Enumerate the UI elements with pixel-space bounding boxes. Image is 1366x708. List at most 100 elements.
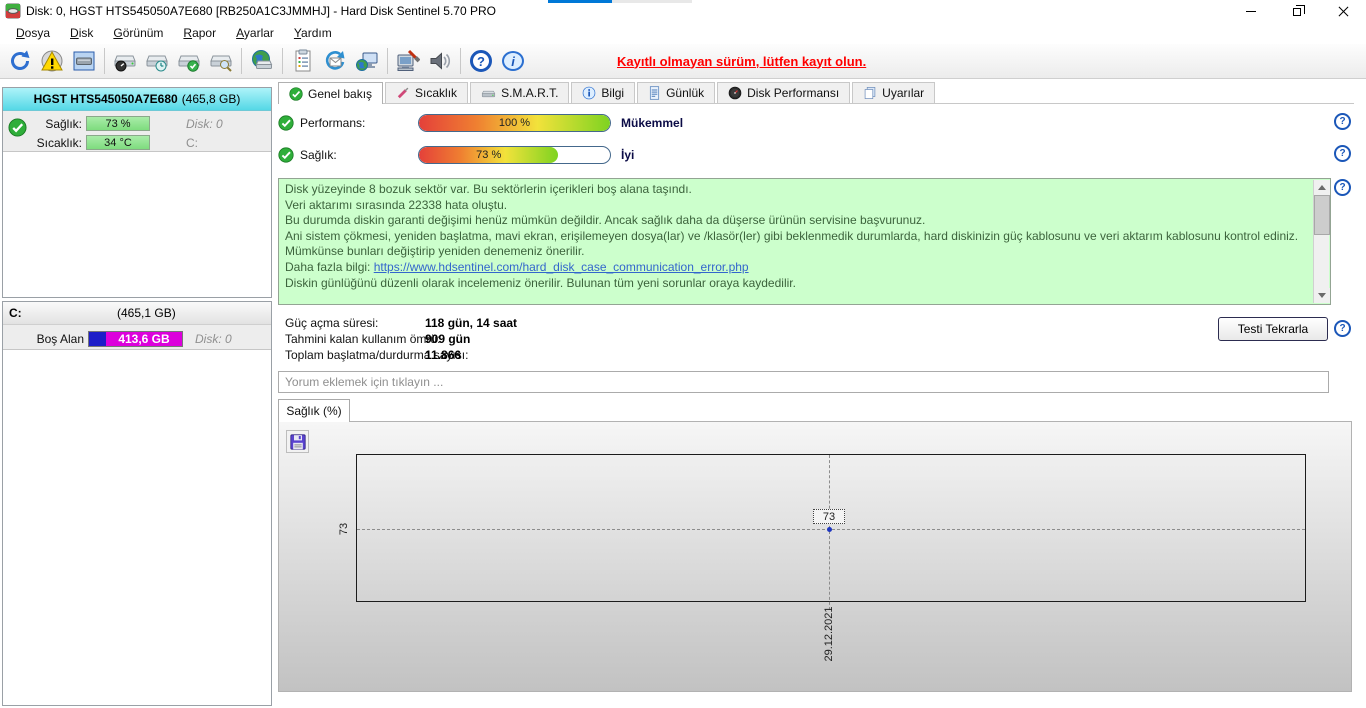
performance-meter: 100 % [418,114,611,132]
disk-list-item[interactable]: HGST HTS545050A7E680 (465,8 GB) Sağlık: … [3,88,271,152]
stat-value-power-on: 118 gün, 14 saat [425,316,518,330]
disk-test-icon[interactable] [173,46,205,76]
tab-sicaklik[interactable]: Sıcaklık [385,82,469,103]
network-remote-icon[interactable] [351,46,383,76]
menubar: Dosya Disk Görünüm Rapor Ayarlar Yardım [0,22,1366,44]
disk-search-icon[interactable] [205,46,237,76]
send-report-icon[interactable] [319,46,351,76]
partition-list: C: (465,1 GB) Boş Alan 413,6 GB Disk: 0 [2,301,272,706]
performance-help-icon[interactable]: ? [1334,113,1351,130]
hard-disk-sentinel-window: Disk: 0, HGST HTS545050A7E680 [RB250A1C3… [0,0,1366,708]
disk-health-row: Sağlık: 73 % Disk: 0 [3,115,271,132]
register-notice-link[interactable]: Kayıtlı olmayan sürüm, lütfen kayıt olun… [617,54,866,69]
retest-button[interactable]: Testi Tekrarla [1218,317,1328,341]
minimize-button[interactable] [1228,0,1274,22]
tab-label: Uyarılar [882,86,925,100]
toolbar-separator [104,48,105,74]
sound-icon[interactable] [424,46,456,76]
tab-label: Sıcaklık [415,86,458,100]
disk-drive-letter: C: [186,135,198,150]
close-button[interactable] [1320,0,1366,22]
info-icon[interactable]: i [497,46,529,76]
partition-list-item[interactable]: C: (465,1 GB) Boş Alan 413,6 GB Disk: 0 [3,302,271,350]
performance-meter-fill: 100 % [419,115,610,131]
scroll-up-icon[interactable] [1314,180,1330,195]
restore-icon [1293,5,1305,16]
message-line-link: Daha fazla bilgi: https://www.hdsentinel… [285,260,1306,276]
minimize-icon [1246,10,1256,12]
window-title: Disk: 0, HGST HTS545050A7E680 [RB250A1C3… [26,4,496,18]
disk-temp-row: Sıcaklık: 34 °C C: [3,134,271,151]
disk-temp-bar: 34 °C [86,135,150,150]
stat-label-lifetime: Tahmini kalan kullanım ömrü: [285,332,441,346]
health-meter: 73 % [418,146,611,164]
partition-size: (465,1 GB) [117,306,176,320]
partition-name: C: [9,306,22,320]
message-line: Disk yüzeyinde 8 bozuk sektör var. Bu se… [285,182,692,196]
chart-point-label: 73 [813,509,845,524]
more-info-prefix: Daha fazla bilgi: [285,259,374,274]
report-icon[interactable] [287,46,319,76]
disk-panel-icon[interactable] [68,46,100,76]
restore-button[interactable] [1274,0,1320,22]
message-line: Bu durumda diskin garanti değişimi henüz… [285,213,926,228]
disk-item-header: HGST HTS545050A7E680 (465,8 GB) [3,88,271,111]
disk-list: HGST HTS545050A7E680 (465,8 GB) Sağlık: … [2,87,272,298]
menu-disk[interactable]: Disk [62,24,105,42]
disk-health-label: Sağlık: [45,116,82,131]
tab-gunluk[interactable]: Günlük [637,82,716,103]
disk-status-message: Disk yüzeyinde 8 bozuk sektör var. Bu se… [278,178,1331,305]
menu-ayarlar[interactable]: Ayarlar [228,24,286,42]
titlebar: Disk: 0, HGST HTS545050A7E680 [RB250A1C3… [0,0,1366,22]
message-scrollbar[interactable] [1313,180,1330,303]
health-label: Sağlık: [300,148,337,162]
health-help-icon[interactable]: ? [1334,145,1351,162]
message-line: Diskin günlüğünü düzenli olarak inceleme… [285,275,796,290]
performance-label: Performans: [300,116,366,130]
menu-rapor[interactable]: Rapor [175,24,228,42]
disk-gauge-icon[interactable] [109,46,141,76]
pages-icon [864,87,876,99]
stat-label-power-on: Güç açma süresi: [285,316,379,330]
tab-genel-bakis[interactable]: Genel bakış [278,82,384,104]
chart-save-button[interactable] [286,430,309,453]
help-icon[interactable]: ? [465,46,497,76]
comment-input[interactable] [278,371,1329,393]
free-space-label: Boş Alan [36,331,84,346]
menu-yardim[interactable]: Yardım [286,24,344,42]
tab-label: Disk Performansı [747,86,840,100]
overlapping-window-sliver-blue [548,0,612,3]
scrollbar-thumb[interactable] [1314,195,1330,235]
disk-health-bar: 73 % [86,116,150,131]
free-space-bar: 413,6 GB [88,330,183,347]
disk-clock-icon[interactable] [141,46,173,76]
tab-disk-performansi[interactable]: Disk Performansı [717,82,851,103]
partition-free-row: Boş Alan 413,6 GB Disk: 0 [3,330,271,347]
more-info-link[interactable]: https://www.hdsentinel.com/hard_disk_cas… [374,260,749,274]
menu-dosya[interactable]: Dosya [8,24,62,42]
message-line: Veri aktarımı sırasında 22338 hata oluşt… [285,197,508,212]
tab-bilgi[interactable]: Bilgi [571,82,636,103]
scroll-down-icon[interactable] [1314,288,1330,303]
retest-help-icon[interactable]: ? [1334,320,1351,337]
tab-uyarilar[interactable]: Uyarılar [852,82,936,103]
refresh-icon[interactable] [4,46,36,76]
remote-config-icon[interactable] [392,46,424,76]
tab-smart[interactable]: S.M.A.R.T. [470,82,570,103]
app-icon [5,3,21,19]
info-glyph: i [502,51,524,71]
health-history-chart: 73 73 29.12.2021 [278,421,1352,692]
window-controls [1228,0,1366,22]
partition-disk-number: Disk: 0 [195,331,232,346]
smart-disk-icon [481,90,496,98]
help-glyph: ? [470,50,492,72]
toolbar-separator [387,48,388,74]
partition-item-header: C: (465,1 GB) [3,302,271,325]
warning-report-icon[interactable] [36,46,68,76]
message-help-icon[interactable]: ? [1334,179,1351,196]
web-disk-icon[interactable] [246,46,278,76]
thermometer-icon [397,87,409,99]
health-meter-fill: 73 % [419,147,559,163]
chart-tab-health[interactable]: Sağlık (%) [278,399,350,422]
menu-gorunum[interactable]: Görünüm [105,24,175,42]
